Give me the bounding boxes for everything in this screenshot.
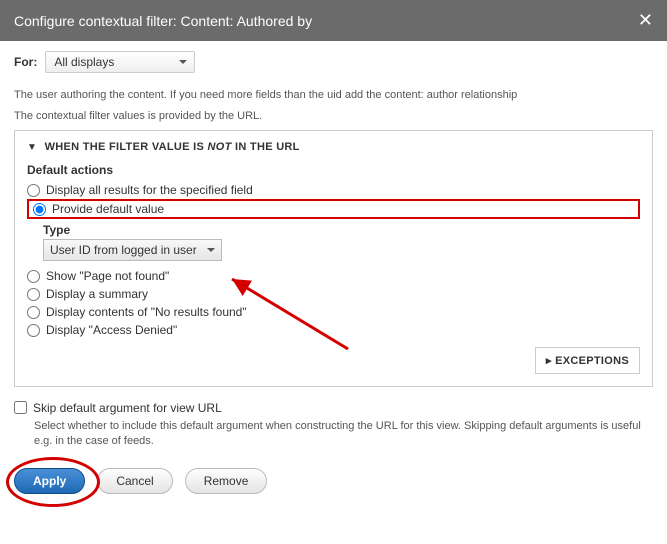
disclosure-down-icon: ▼ [27,142,37,153]
default-actions-heading: Default actions [27,163,640,177]
cancel-button[interactable]: Cancel [97,468,172,494]
skip-default-label: Skip default argument for view URL [33,401,222,415]
disclosure-right-icon: ▸ [546,355,552,367]
radio-page-not-found[interactable] [27,270,40,283]
remove-button[interactable]: Remove [185,468,268,494]
for-label: For: [14,55,37,69]
radio-provide-default[interactable] [33,203,46,216]
for-select-value: All displays [54,55,114,69]
radio-display-all-label: Display all results for the specified fi… [46,183,253,197]
radio-no-results-label: Display contents of "No results found" [46,305,247,319]
skip-default-checkbox[interactable] [14,401,27,414]
radio-summary[interactable] [27,288,40,301]
radio-summary-label: Display a summary [46,287,148,301]
radio-provide-default-label: Provide default value [52,202,164,216]
exceptions-label: EXCEPTIONS [555,355,629,367]
help-text-1: The user authoring the content. If you n… [14,87,653,104]
fieldset-legend[interactable]: ▼ WHEN THE FILTER VALUE IS NOT IN THE UR… [27,141,640,153]
skip-default-help: Select whether to include this default a… [34,419,653,450]
when-not-in-url-fieldset: ▼ WHEN THE FILTER VALUE IS NOT IN THE UR… [14,130,653,387]
close-icon[interactable]: ✕ [638,10,653,31]
highlight-provide-default: Provide default value [27,199,640,219]
radio-access-denied-label: Display "Access Denied" [46,323,177,337]
type-label: Type [43,223,640,237]
for-select[interactable]: All displays [45,51,195,73]
radio-no-results[interactable] [27,306,40,319]
exceptions-section[interactable]: ▸ EXCEPTIONS [535,347,640,374]
type-select[interactable]: User ID from logged in user [43,239,222,261]
type-select-value: User ID from logged in user [50,243,197,257]
radio-page-not-found-label: Show "Page not found" [46,269,169,283]
radio-access-denied[interactable] [27,324,40,337]
modal-title: Configure contextual filter: Content: Au… [14,13,312,29]
apply-button[interactable]: Apply [14,468,85,494]
help-text-2: The contextual filter values is provided… [14,108,653,125]
radio-display-all[interactable] [27,184,40,197]
